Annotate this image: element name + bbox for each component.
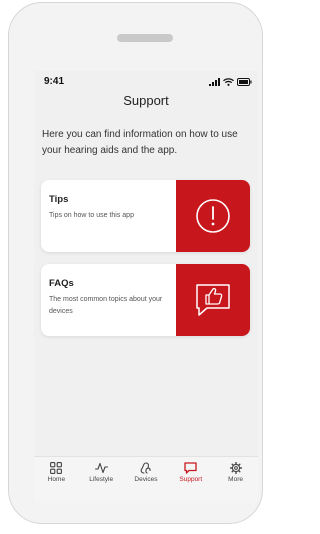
tips-card-description: Tips on how to use this app (49, 212, 134, 219)
status-bar: 9:41 (34, 71, 258, 93)
tab-support-label: Support (179, 476, 203, 483)
battery-icon (237, 78, 252, 86)
pulse-icon (94, 462, 108, 474)
intro-text: Here you can find information on how to … (42, 129, 238, 156)
signal-icon (209, 78, 220, 86)
app-screen: 9:41 Support Here you can find informati… (34, 71, 258, 501)
exclamation-circle-icon (196, 199, 230, 233)
gear-icon (229, 462, 242, 474)
tab-home[interactable]: Home (34, 462, 78, 483)
status-time: 9:41 (44, 76, 65, 87)
tab-devices[interactable]: Devices (124, 462, 168, 483)
faqs-card-description: The most common topics about your device… (49, 296, 163, 315)
wifi-icon (223, 78, 234, 86)
tab-home-label: Home (47, 476, 66, 483)
tab-bar: Home Lifestyle Devices Support More (34, 456, 258, 501)
grid-icon (50, 462, 63, 474)
tips-card-art (176, 180, 250, 252)
tab-support[interactable]: Support (169, 462, 213, 483)
faqs-card-art (176, 264, 250, 336)
tips-card[interactable]: Tips Tips on how to use this app (41, 180, 250, 252)
faqs-card-text: FAQs The most common topics about your d… (49, 278, 177, 318)
tab-lifestyle-label: Lifestyle (89, 476, 114, 483)
status-icons (209, 77, 252, 87)
tab-devices-label: Devices (134, 476, 158, 483)
thumbs-up-chat-icon (196, 284, 230, 316)
hearing-aids-icon (141, 462, 152, 474)
phone-speaker (117, 34, 173, 42)
tips-card-text: Tips Tips on how to use this app (49, 194, 177, 222)
faqs-card[interactable]: FAQs The most common topics about your d… (41, 264, 250, 336)
tips-card-title: Tips (49, 194, 69, 205)
faqs-card-title: FAQs (49, 278, 74, 289)
tab-lifestyle[interactable]: Lifestyle (79, 462, 123, 483)
chat-bubble-icon (184, 462, 197, 474)
tab-more[interactable]: More (214, 462, 258, 483)
tab-more-label: More (228, 476, 243, 483)
phone-frame: 9:41 Support Here you can find informati… (8, 2, 263, 524)
page-title: Support (123, 93, 169, 108)
